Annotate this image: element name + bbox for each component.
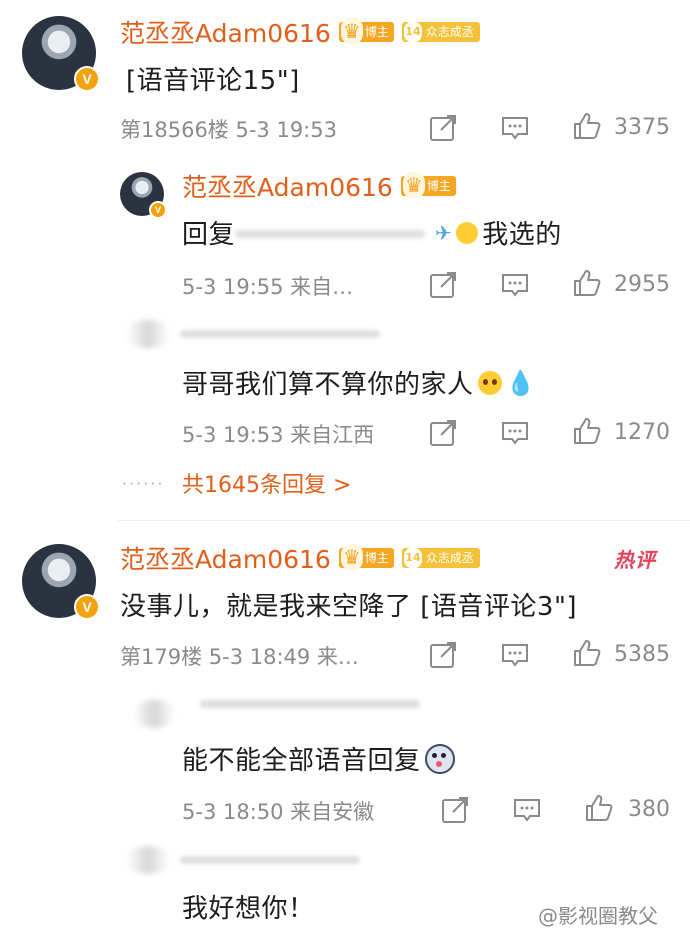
comment-icon[interactable] (500, 113, 530, 143)
blogger-badge: ♛ 博主 (338, 18, 394, 44)
comment-header: 范丞丞Adam0616 ♛ 博主 14 众志成丞 (120, 16, 480, 48)
blogger-badge: ♛ 博主 (400, 172, 456, 198)
reply-text[interactable]: 能不能全部语音回复 (182, 740, 455, 777)
like-count: 2955 (614, 272, 670, 297)
comment-icon[interactable] (500, 640, 530, 670)
hot-comment-label: 热评 (614, 548, 656, 572)
like-icon[interactable] (572, 638, 602, 668)
redacted-mention (235, 220, 435, 246)
dog-face-icon (424, 743, 455, 774)
reply-avatar[interactable] (126, 320, 170, 348)
reply-avatar[interactable] (126, 846, 170, 874)
reply-header: 范丞丞Adam0616 ♛ 博主 (182, 170, 456, 202)
avatar[interactable]: V (22, 544, 100, 620)
crown-icon: ♛ (340, 18, 363, 44)
share-icon[interactable] (428, 270, 458, 300)
verified-icon: V (74, 66, 100, 92)
blogger-badge: ♛ 博主 (338, 544, 394, 570)
reply-avatar[interactable]: V (120, 172, 167, 219)
redacted-username (180, 330, 380, 338)
verified-icon: V (149, 201, 167, 219)
share-icon[interactable] (428, 418, 458, 448)
pleading-face-icon (477, 370, 502, 395)
verified-icon: V (74, 594, 100, 620)
like-icon[interactable] (572, 416, 602, 446)
comment-meta: 第18566楼 5-3 19:53 (120, 118, 337, 142)
reply-username[interactable]: 范丞丞Adam0616 (182, 168, 393, 204)
crown-icon: ♛ (402, 172, 425, 198)
username[interactable]: 范丞丞Adam0616 (120, 540, 331, 576)
reply-text[interactable]: 哥哥我们算不算你的家人 💧 (182, 364, 536, 401)
like-count: 380 (628, 797, 670, 822)
like-icon[interactable] (584, 793, 614, 823)
share-icon[interactable] (428, 113, 458, 143)
like-count: 5385 (614, 642, 670, 667)
reply-text[interactable]: 我好想你！ (182, 888, 315, 925)
like-icon[interactable] (572, 111, 602, 141)
comment-text[interactable]: 没事儿，就是我来空降了 [语音评论3"] (120, 586, 577, 623)
emoji-icon (456, 221, 479, 244)
comment-icon[interactable] (512, 795, 542, 825)
avatar[interactable]: V (22, 16, 100, 92)
username[interactable]: 范丞丞Adam0616 (120, 14, 331, 50)
reply-meta: 5-3 19:55 来自… (182, 275, 354, 299)
like-count: 1270 (614, 420, 670, 445)
divider (118, 520, 690, 521)
comment-meta: 第179楼 5-3 18:49 来… (120, 645, 359, 669)
share-icon[interactable] (428, 640, 458, 670)
droplet-icon: 💧 (505, 368, 536, 397)
comment-icon[interactable] (500, 418, 530, 448)
dots-separator: ······ (122, 474, 165, 493)
comment-header: 范丞丞Adam0616 ♛ 博主 14 众志成丞 (120, 542, 480, 574)
comment-text[interactable]: [语音评论15"] (126, 60, 300, 97)
fan-badge[interactable]: 14 众志成丞 (401, 22, 480, 42)
comment-icon[interactable] (500, 270, 530, 300)
view-more-replies-link[interactable]: 共1645条回复 > (182, 467, 351, 499)
fan-badge[interactable]: 14 众志成丞 (401, 548, 480, 568)
like-count: 3375 (614, 115, 670, 140)
reply-meta: 5-3 18:50 来自安徽 (182, 800, 375, 824)
reply-avatar[interactable] (132, 700, 176, 728)
reply-meta: 5-3 19:53 来自江西 (182, 423, 375, 447)
like-icon[interactable] (572, 268, 602, 298)
crown-icon: ♛ (340, 544, 363, 570)
share-icon[interactable] (440, 795, 470, 825)
emoji-icon: ✈ (435, 220, 453, 245)
watermark: @影视圈教父 (538, 904, 658, 928)
redacted-username (180, 856, 360, 864)
reply-text[interactable]: 回复 ✈ 我选的 (182, 214, 562, 251)
redacted-username (200, 700, 420, 708)
